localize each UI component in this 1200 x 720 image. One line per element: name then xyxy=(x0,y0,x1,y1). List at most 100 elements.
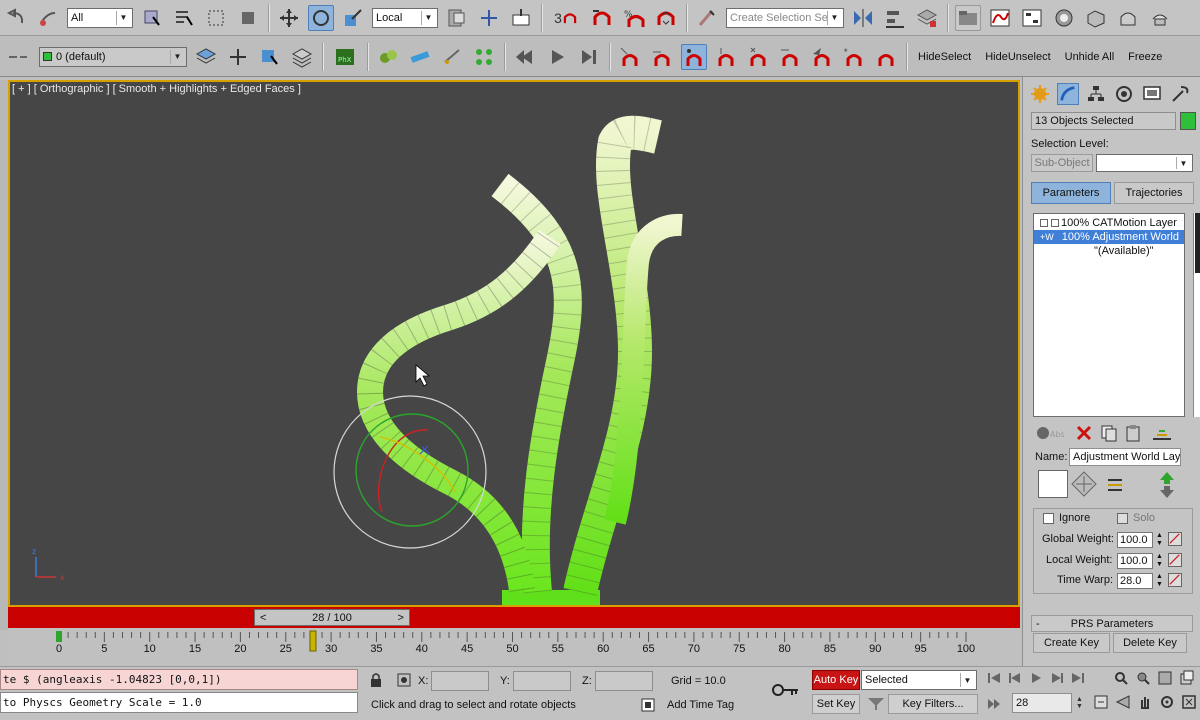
time-slider-thumb[interactable]: < 28 / 100 > xyxy=(254,609,410,626)
viewport-orthographic[interactable]: x z xyxy=(8,80,1020,607)
render-production-icon[interactable] xyxy=(1147,5,1173,31)
align-icon[interactable] xyxy=(882,5,908,31)
percent-snap-icon[interactable]: % xyxy=(621,5,647,31)
key-filters-button[interactable]: Key Filters... xyxy=(888,694,978,714)
tab-trajectories[interactable]: Trajectories xyxy=(1114,182,1194,204)
set-current-layer-icon[interactable] xyxy=(289,44,315,70)
global-weight-field[interactable]: 100.0 xyxy=(1117,532,1153,548)
material-editor-icon[interactable] xyxy=(1051,5,1077,31)
move-layer-up-down-icon[interactable] xyxy=(1156,470,1178,500)
time-warp-field[interactable]: 28.0 xyxy=(1117,573,1153,589)
keyframe-marker[interactable] xyxy=(56,631,62,642)
scale-icon[interactable] xyxy=(340,5,366,31)
keyboard-shortcut-override-icon[interactable] xyxy=(508,5,534,31)
render-setup-icon[interactable] xyxy=(1083,5,1109,31)
field-of-view-icon[interactable] xyxy=(1115,694,1131,710)
layer-dropdown[interactable]: 0 (default) ▼ xyxy=(39,46,187,67)
stack-row-adjustment-world[interactable]: +W 100% Adjustment World xyxy=(1034,230,1184,244)
hierarchy-tab-icon[interactable] xyxy=(1085,83,1107,105)
rectangular-selection-icon[interactable] xyxy=(203,5,229,31)
maxscript-listener-input[interactable]: to Physcs Geometry Scale = 1.0 xyxy=(0,692,358,713)
add-layer-icon[interactable]: Abs xyxy=(1035,423,1069,443)
go-to-start-icon[interactable] xyxy=(986,670,1002,686)
physx-icon[interactable]: PhX xyxy=(330,44,360,70)
time-warp-curve-icon[interactable] xyxy=(1168,573,1182,587)
time-slider-prev-button[interactable]: < xyxy=(255,612,271,624)
layer-stack-icon[interactable] xyxy=(193,44,219,70)
auto-key-button[interactable]: Auto Key xyxy=(812,670,860,690)
reference-coordinate-dropdown[interactable]: Local ▼ xyxy=(372,7,438,28)
select-manipulate-icon[interactable] xyxy=(476,5,502,31)
motion-tab-icon[interactable] xyxy=(1113,83,1135,105)
layer-properties-icon[interactable] xyxy=(1070,470,1098,498)
time-slider-next-button[interactable]: > xyxy=(393,612,409,624)
orbit-icon[interactable] xyxy=(1159,694,1175,710)
z-coord-field[interactable] xyxy=(595,671,653,691)
select-in-layer-icon[interactable] xyxy=(257,44,283,70)
solo-checkbox[interactable] xyxy=(1117,513,1128,524)
copy-layer-icon[interactable] xyxy=(1099,423,1119,443)
local-weight-spinner[interactable]: ▲ ▼ xyxy=(1156,553,1164,569)
global-weight-curve-icon[interactable] xyxy=(1168,532,1182,546)
select-object-icon[interactable] xyxy=(139,5,165,31)
key-mode-dropdown[interactable]: Selected ▼ xyxy=(861,670,977,690)
schematic-view-icon[interactable] xyxy=(1019,5,1045,31)
go-to-end-icon[interactable] xyxy=(1070,670,1086,686)
maxscript-listener-output[interactable]: te $ (angleaxis -1.04823 [0,0,1]) xyxy=(0,669,358,690)
stack-row-available[interactable]: "(Available)" xyxy=(1034,244,1184,258)
universal-constraint-icon[interactable] xyxy=(713,44,739,70)
layer-manager-icon[interactable] xyxy=(1102,472,1128,498)
collapse-layer-icon[interactable] xyxy=(1149,423,1175,443)
key-filter-icon[interactable] xyxy=(866,696,886,712)
hinge-constraint-icon[interactable] xyxy=(649,44,675,70)
modify-tab-icon[interactable] xyxy=(1057,83,1079,105)
utilities-tab-icon[interactable] xyxy=(1169,83,1191,105)
x-coord-field[interactable] xyxy=(431,671,489,691)
prs-parameters-rollout[interactable]: - PRS Parameters xyxy=(1031,615,1193,632)
sub-object-dropdown[interactable]: ▼ xyxy=(1096,154,1193,172)
tab-parameters[interactable]: Parameters xyxy=(1031,182,1111,204)
rigid-body-icon[interactable] xyxy=(375,44,401,70)
zoom-icon[interactable] xyxy=(1113,670,1129,686)
window-crossing-icon[interactable] xyxy=(235,5,261,31)
frame-spinner[interactable]: ▲ ▼ xyxy=(1076,696,1086,712)
scene-explorer-icon[interactable] xyxy=(955,4,981,31)
add-to-layer-icon[interactable] xyxy=(225,44,251,70)
curve-editor-icon[interactable] xyxy=(987,5,1013,31)
absolute-mode-icon[interactable] xyxy=(396,672,412,688)
delete-key-button[interactable]: Delete Key xyxy=(1113,633,1187,653)
edit-named-selection-icon[interactable] xyxy=(694,5,720,31)
stack-checkbox[interactable] xyxy=(1051,219,1059,227)
play-animation-icon[interactable] xyxy=(1028,670,1044,686)
stack-row-catmotion[interactable]: 100% CATMotion Layer xyxy=(1034,216,1184,230)
mirror-icon[interactable] xyxy=(850,5,876,31)
unhide-all-button[interactable]: Unhide All xyxy=(1058,51,1122,63)
step-forward-icon[interactable] xyxy=(576,44,602,70)
layer-visibility-icon[interactable] xyxy=(3,44,33,70)
current-frame-field[interactable]: 28 xyxy=(1012,693,1072,713)
time-tag-icon[interactable] xyxy=(641,698,655,712)
rewind-icon[interactable] xyxy=(512,44,538,70)
add-time-tag-button[interactable]: Add Time Tag xyxy=(667,699,734,711)
display-tab-icon[interactable] xyxy=(1141,83,1163,105)
key-mode-toggle-icon[interactable] xyxy=(986,696,1002,712)
current-frame-marker[interactable] xyxy=(309,630,317,652)
rollout-toggle[interactable]: - xyxy=(1036,618,1040,630)
stack-eye-icon[interactable] xyxy=(1040,219,1048,227)
hide-select-button[interactable]: HideSelect xyxy=(911,51,978,63)
object-color-swatch[interactable] xyxy=(1180,112,1196,130)
previous-frame-icon[interactable] xyxy=(1007,670,1023,686)
layer-manager-icon[interactable] xyxy=(914,5,940,31)
undo-icon[interactable] xyxy=(3,5,29,31)
ball-socket-constraint-icon[interactable] xyxy=(745,44,771,70)
zoom-extents-icon[interactable] xyxy=(1157,670,1173,686)
ignore-checkbox[interactable] xyxy=(1043,513,1054,524)
link-icon[interactable] xyxy=(35,5,61,31)
play-icon[interactable] xyxy=(544,44,570,70)
maximize-viewport-icon[interactable] xyxy=(1181,694,1197,710)
local-weight-curve-icon[interactable] xyxy=(1168,553,1182,567)
rendered-frame-window-icon[interactable] xyxy=(1115,5,1141,31)
zoom-extents-all-icon[interactable] xyxy=(1179,670,1195,686)
named-selection-dropdown[interactable]: Create Selection Se ▼ xyxy=(726,7,844,28)
time-slider[interactable]: < 28 / 100 > xyxy=(8,607,1020,628)
